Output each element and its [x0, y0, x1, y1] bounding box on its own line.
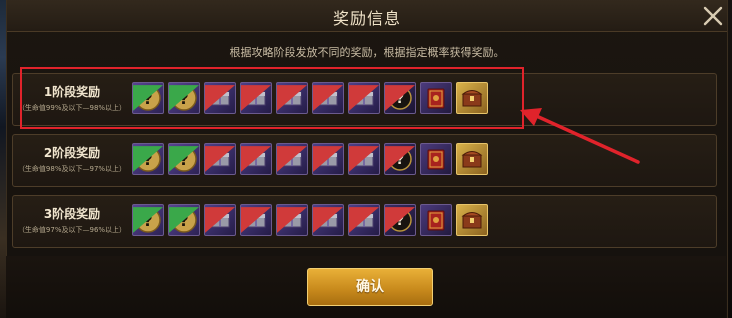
item-corner-tag-icon	[277, 146, 307, 172]
purple-box-icon[interactable]	[276, 143, 308, 175]
purple-box-icon[interactable]	[348, 82, 380, 114]
stage-name: 3阶段奖励	[43, 207, 101, 221]
stage-range: （生命值97%及以下—96%以上）	[17, 226, 127, 234]
purple-box-icon[interactable]	[276, 82, 308, 114]
item-corner-tag-icon	[277, 85, 307, 111]
item-corner-tag-icon	[133, 146, 163, 172]
item-corner-tag-icon	[313, 207, 343, 233]
item-corner-tag-icon	[349, 85, 379, 111]
purple-box-icon[interactable]	[312, 82, 344, 114]
item-corner-tag-icon	[205, 146, 235, 172]
mystery-item-icon[interactable]: ?	[132, 204, 164, 236]
stage-range: （生命值99%及以下—98%以上）	[17, 104, 127, 112]
gold-chest-icon[interactable]	[456, 204, 488, 236]
purple-box-icon[interactable]	[240, 143, 272, 175]
purple-box-icon[interactable]	[204, 82, 236, 114]
item-corner-tag-icon	[169, 146, 199, 172]
dialog-title: 奖励信息	[332, 9, 401, 28]
item-corner-tag-icon	[349, 146, 379, 172]
dark-mystery-item-icon[interactable]: ?	[384, 143, 416, 175]
item-corner-tag-icon	[169, 85, 199, 111]
purple-box-icon[interactable]	[240, 204, 272, 236]
item-corner-tag-icon	[241, 146, 271, 172]
red-book-icon[interactable]	[420, 82, 452, 114]
red-book-icon[interactable]	[420, 204, 452, 236]
item-corner-tag-icon	[349, 207, 379, 233]
item-corner-tag-icon	[385, 146, 415, 172]
stage-row-1: 1阶段奖励 （生命值99%及以下—98%以上） ???	[12, 73, 717, 126]
purple-box-icon[interactable]	[312, 204, 344, 236]
stage-name: 1阶段奖励	[43, 85, 101, 99]
gold-chest-icon[interactable]	[456, 82, 488, 114]
item-corner-tag-icon	[385, 85, 415, 111]
item-corner-tag-icon	[241, 207, 271, 233]
dark-mystery-item-icon[interactable]: ?	[384, 82, 416, 114]
mystery-item-icon[interactable]: ?	[168, 204, 200, 236]
confirm-button[interactable]: 确认	[307, 268, 433, 306]
purple-box-icon[interactable]	[240, 82, 272, 114]
mystery-item-icon[interactable]: ?	[132, 143, 164, 175]
red-book-icon[interactable]	[420, 143, 452, 175]
stage-label: 3阶段奖励 （生命值97%及以下—96%以上）	[13, 205, 131, 235]
mystery-item-icon[interactable]: ?	[168, 143, 200, 175]
dialog-titlebar: 奖励信息	[7, 0, 727, 32]
purple-box-icon[interactable]	[312, 143, 344, 175]
stage-range: （生命值98%及以下—97%以上）	[17, 165, 127, 173]
gold-chest-icon[interactable]	[456, 143, 488, 175]
stage-label: 1阶段奖励 （生命值99%及以下—98%以上）	[13, 83, 131, 113]
item-corner-tag-icon	[313, 85, 343, 111]
dialog-subtitle: 根据攻略阶段发放不同的奖励，根据指定概率获得奖励。	[229, 46, 505, 59]
mystery-item-icon[interactable]: ?	[132, 82, 164, 114]
purple-box-icon[interactable]	[204, 204, 236, 236]
item-corner-tag-icon	[205, 85, 235, 111]
purple-box-icon[interactable]	[276, 204, 308, 236]
stage-label: 2阶段奖励 （生命值98%及以下—97%以上）	[13, 144, 131, 174]
dark-mystery-item-icon[interactable]: ?	[384, 204, 416, 236]
stage-name: 2阶段奖励	[43, 146, 101, 160]
item-corner-tag-icon	[205, 207, 235, 233]
item-corner-tag-icon	[169, 207, 199, 233]
item-corner-tag-icon	[277, 207, 307, 233]
purple-box-icon[interactable]	[348, 204, 380, 236]
item-corner-tag-icon	[385, 207, 415, 233]
mystery-item-icon[interactable]: ?	[168, 82, 200, 114]
stage-row-2: 2阶段奖励 （生命值98%及以下—97%以上） ???	[12, 134, 717, 187]
purple-box-icon[interactable]	[204, 143, 236, 175]
item-corner-tag-icon	[241, 85, 271, 111]
close-icon[interactable]	[701, 4, 725, 28]
item-corner-tag-icon	[313, 146, 343, 172]
stage-row-3: 3阶段奖励 （生命值97%及以下—96%以上） ???	[12, 195, 717, 248]
item-corner-tag-icon	[133, 207, 163, 233]
item-corner-tag-icon	[133, 85, 163, 111]
purple-box-icon[interactable]	[348, 143, 380, 175]
